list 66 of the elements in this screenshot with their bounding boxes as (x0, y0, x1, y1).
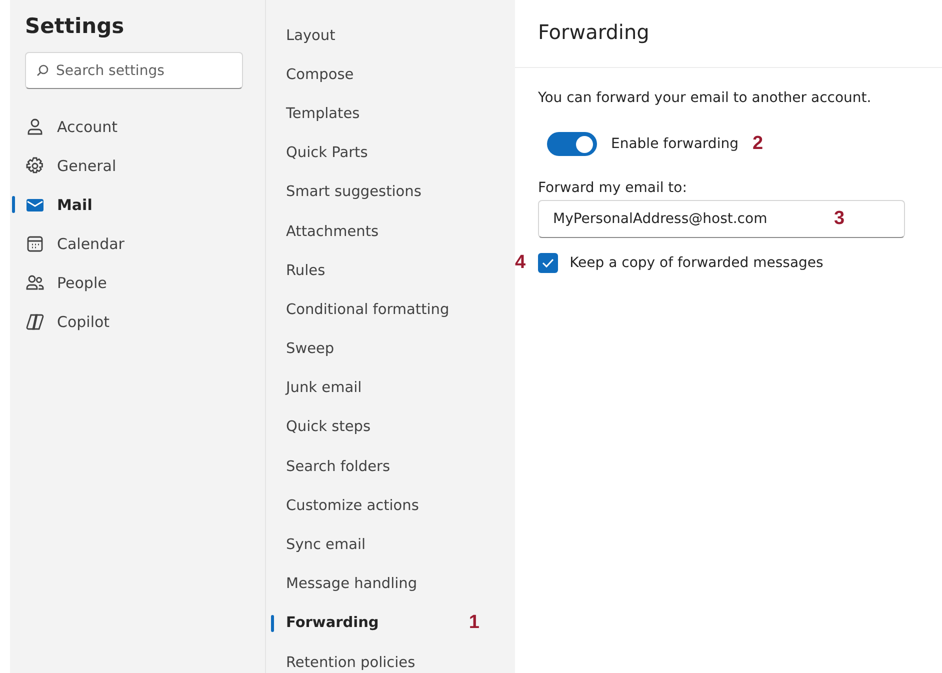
sidebar-label: Copilot (57, 312, 110, 330)
menu-item[interactable]: Layout (271, 16, 515, 56)
menu-item[interactable]: Templates (271, 94, 515, 134)
menu-item[interactable]: Customize actions (271, 486, 515, 526)
panel-title: Forwarding (515, 0, 942, 68)
menu-label: Quick steps (286, 419, 371, 436)
menu-label: Attachments (286, 224, 379, 240)
callout-number: 2 (752, 133, 764, 155)
menu-label: Smart suggestions (286, 184, 422, 200)
gear-icon (25, 156, 45, 176)
menu-label: Customize actions (286, 498, 419, 514)
menu-item[interactable]: Search folders (271, 447, 515, 486)
sidebar-label: Account (57, 118, 118, 136)
sidebar-item[interactable]: Calendar (12, 224, 265, 263)
menu-label: Quick Parts (286, 145, 368, 162)
menu-item[interactable]: Forwarding 1 (271, 604, 515, 643)
menu-label: Compose (286, 66, 354, 83)
check-icon (542, 258, 554, 268)
calendar-icon (25, 234, 45, 254)
menu-label: Retention policies (286, 654, 416, 671)
copilot-icon (25, 312, 45, 332)
field-label: Forward my email to: (538, 180, 688, 196)
callout-number: 4 (515, 252, 526, 274)
menu-item[interactable]: Junk email (271, 368, 515, 408)
sidebar-label: People (57, 274, 107, 292)
people-icon (25, 272, 45, 292)
sidebar-item[interactable]: Mail (12, 185, 265, 224)
sidebar-item[interactable]: General (12, 146, 265, 185)
search-field[interactable]: Search settings (25, 52, 243, 89)
menu-label: Forwarding (286, 615, 379, 632)
menu-label: Junk email (286, 380, 362, 396)
menu-item[interactable]: Smart suggestions (271, 172, 515, 212)
sidebar-label: General (57, 156, 116, 174)
person-icon (25, 116, 45, 136)
menu-label: Rules (286, 262, 326, 279)
menu-item[interactable]: Quick steps (271, 408, 515, 448)
forwarding-toggle[interactable] (547, 132, 597, 156)
menu-item[interactable]: Retention policies (271, 643, 515, 673)
sidebar-label: Calendar (57, 234, 124, 252)
description-text: You can forward your email to another account. (538, 90, 872, 106)
menu-label: Sync email (286, 537, 366, 554)
checkbox[interactable] (538, 253, 558, 273)
callout-number: 1 (468, 612, 480, 634)
sidebar-item[interactable]: Account (12, 107, 265, 146)
menu-item[interactable]: Quick Parts (271, 134, 515, 173)
settings-title: Settings (25, 14, 126, 38)
menu-label: Sweep (286, 341, 334, 358)
menu-item[interactable]: Compose (271, 55, 515, 94)
menu-item[interactable]: Conditional formatting (271, 290, 515, 330)
search-icon (36, 64, 49, 77)
menu-item[interactable]: Rules (271, 251, 515, 290)
sidebar-item[interactable]: People (12, 263, 265, 302)
menu-item[interactable]: Sweep (271, 330, 515, 369)
checkbox-label: Keep a copy of forwarded messages (570, 255, 824, 271)
menu-label: Conditional formatting (286, 302, 450, 318)
sidebar-label: Mail (57, 196, 92, 214)
menu-label: Templates (286, 106, 360, 122)
menu-item[interactable]: Message handling (271, 564, 515, 604)
menu-label: Message handling (286, 576, 418, 592)
sidebar-item[interactable]: Copilot (12, 302, 265, 341)
menu-item[interactable]: Sync email (271, 525, 515, 565)
callout-number: 3 (834, 208, 845, 230)
menu-label: Layout (286, 28, 336, 44)
menu-item[interactable]: Attachments (271, 212, 515, 252)
menu-label: Search folders (286, 458, 390, 475)
toggle-label: Enable forwarding (611, 136, 738, 152)
